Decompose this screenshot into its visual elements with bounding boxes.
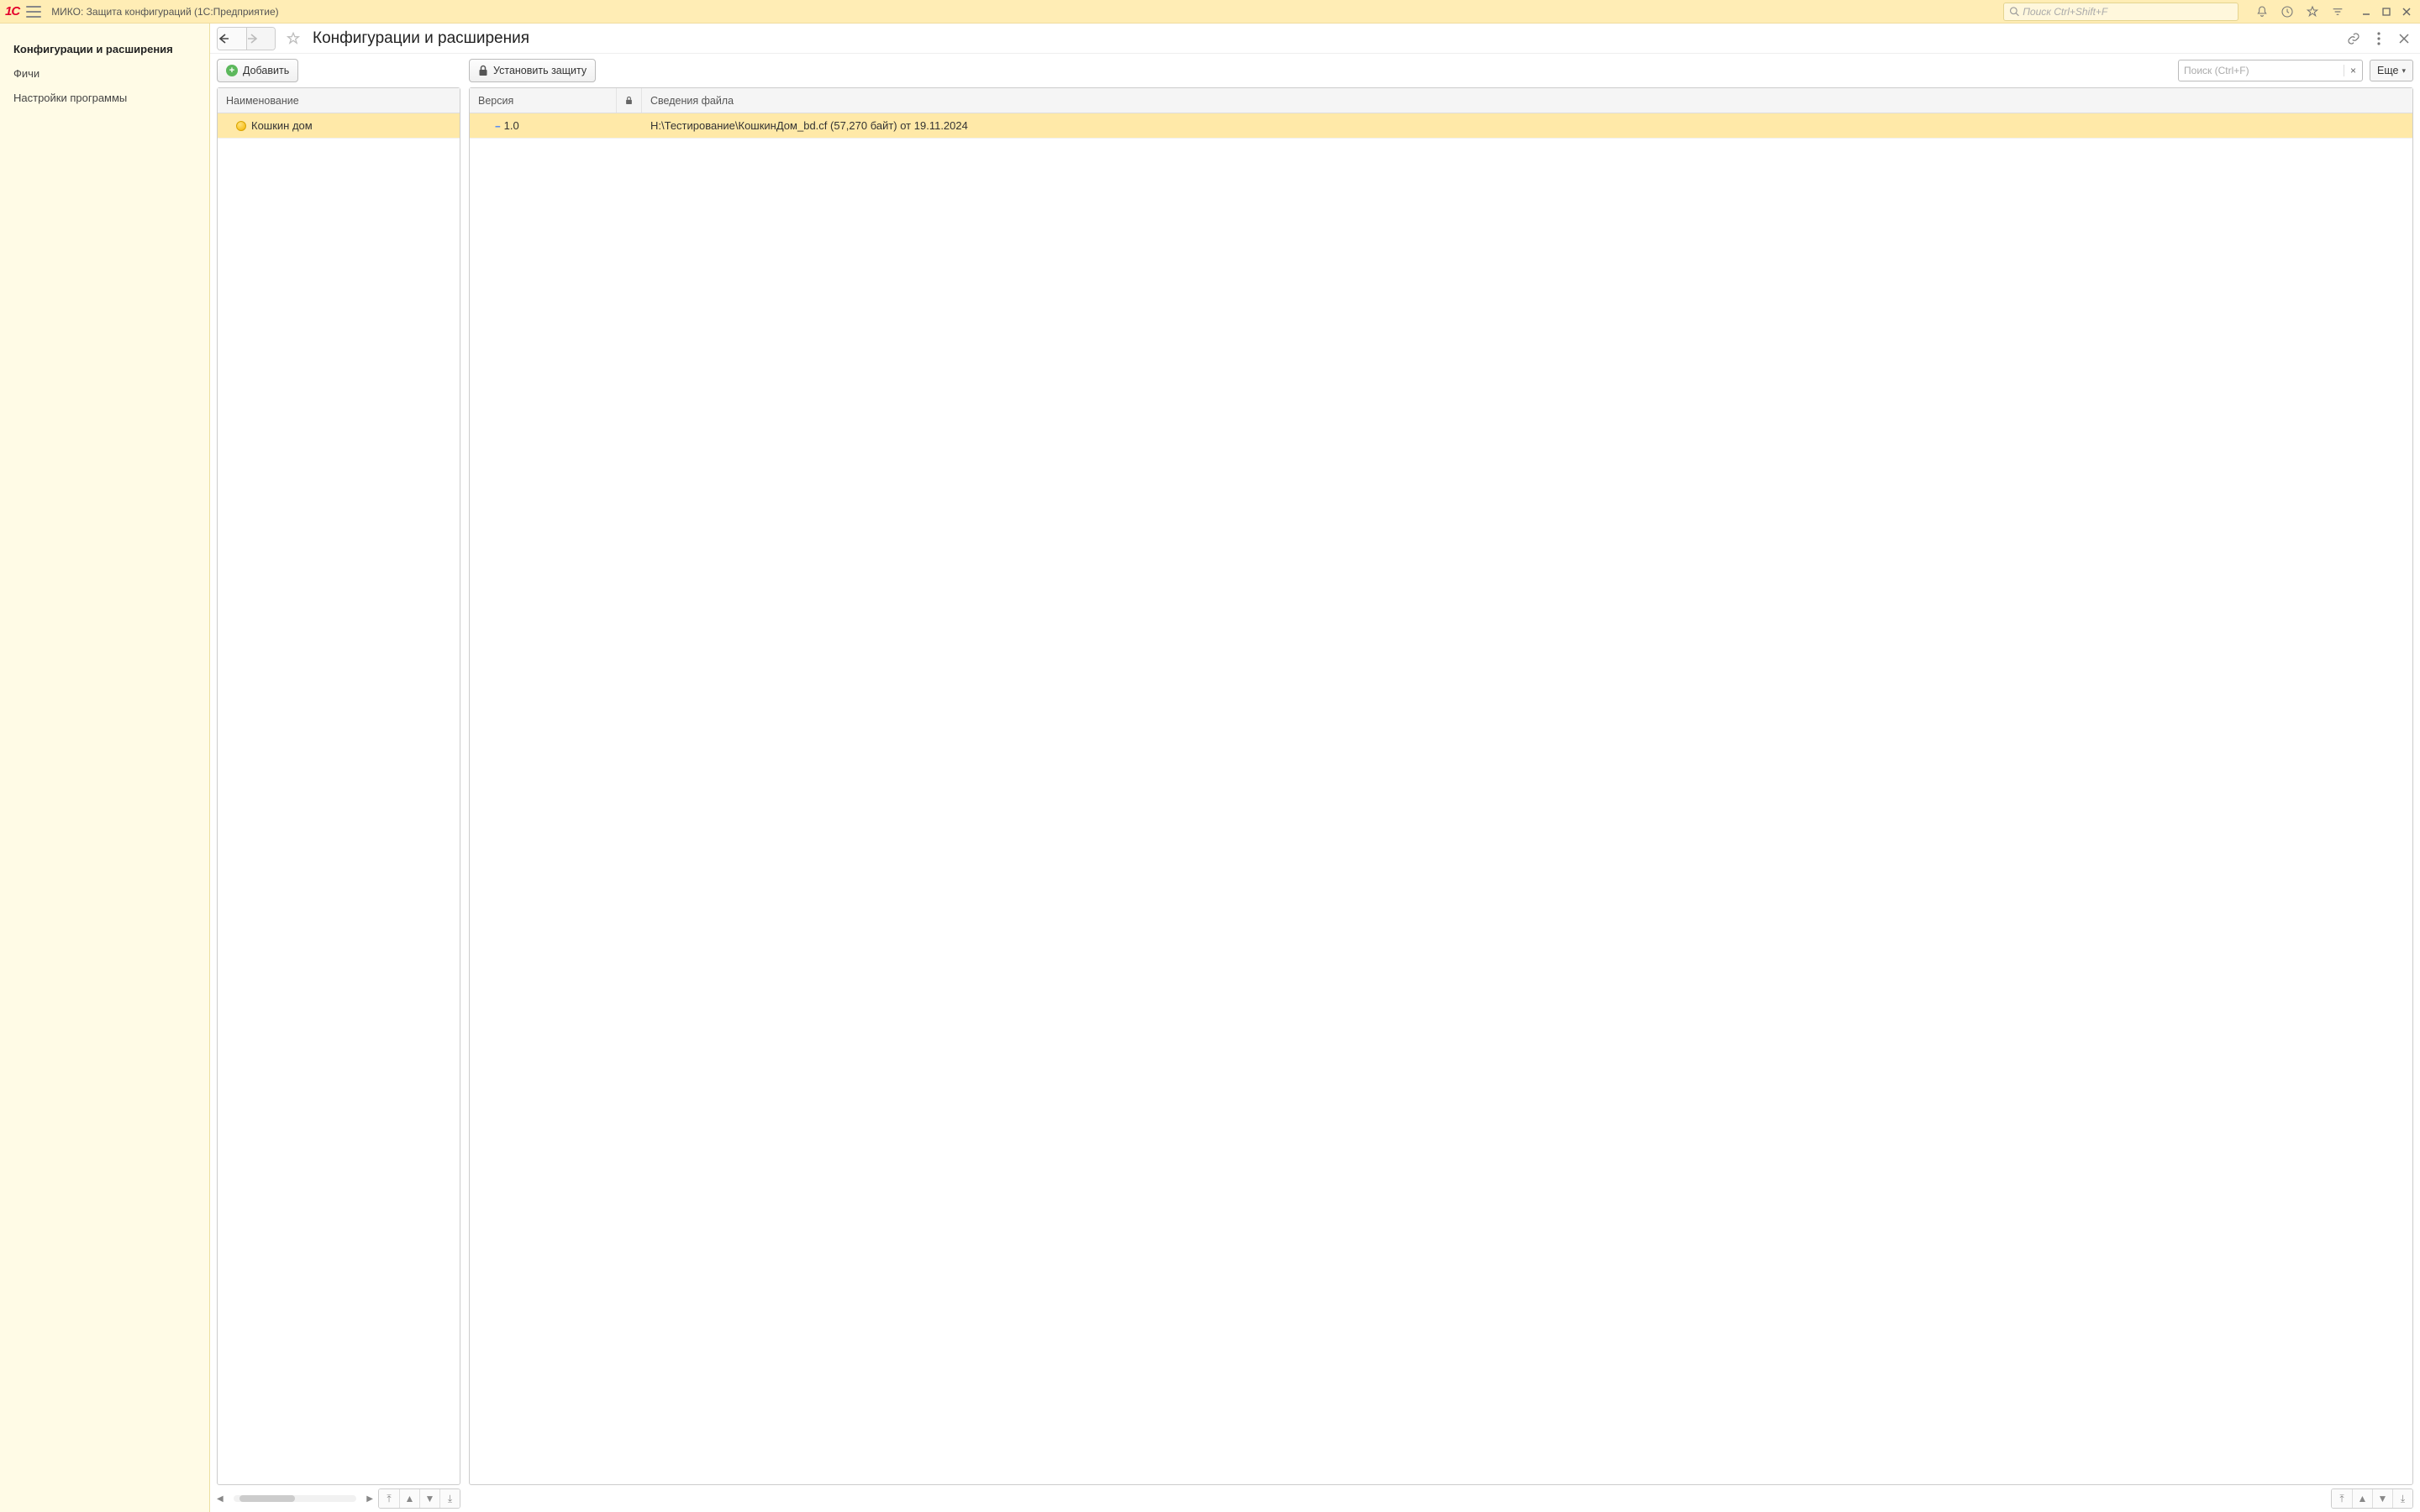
nav-forward-button[interactable] — [246, 28, 275, 50]
column-header-name[interactable]: Наименование — [218, 88, 460, 113]
go-bottom-button[interactable]: ⤓ — [2392, 1489, 2412, 1508]
left-table-header: Наименование — [218, 88, 460, 113]
right-table-body[interactable]: -- 1.0 H:\Тестирование\КошкинДом_bd.cf (… — [470, 113, 2412, 1484]
protect-button[interactable]: Установить защиту — [469, 59, 596, 82]
go-up-button[interactable]: ▲ — [2352, 1489, 2372, 1508]
version-value: 1.0 — [504, 119, 519, 132]
history-icon[interactable] — [2279, 3, 2296, 20]
right-table-header: Версия Сведения файла — [470, 88, 2412, 113]
add-button-label: Добавить — [243, 65, 289, 76]
sidebar-item-label: Конфигурации и расширения — [13, 43, 173, 55]
close-button[interactable] — [2398, 3, 2415, 20]
footer: ◀ ▶ ⤒ ▲ ▼ ⤓ ⤒ ▲ ▼ ⤓ — [210, 1488, 2420, 1512]
config-name: Кошкин дом — [251, 119, 313, 132]
item-icon: -- — [495, 119, 499, 132]
left-nav-pack: ⤒ ▲ ▼ ⤓ — [378, 1488, 460, 1509]
protect-button-label: Установить защиту — [493, 65, 587, 76]
kebab-menu-icon[interactable] — [2370, 29, 2388, 48]
sidebar-item-label: Настройки программы — [13, 92, 127, 104]
sidebar-item-configurations[interactable]: Конфигурации и расширения — [0, 37, 209, 61]
config-icon — [236, 121, 246, 131]
go-top-button[interactable]: ⤒ — [379, 1489, 399, 1508]
favorites-icon[interactable] — [2304, 3, 2321, 20]
toolbar: + Добавить Установить защиту × Еще — [210, 54, 2420, 87]
lock-icon — [625, 95, 633, 106]
sidebar-item-label: Фичи — [13, 67, 39, 80]
search-input[interactable] — [2179, 65, 2344, 76]
go-bottom-button[interactable]: ⤓ — [439, 1489, 460, 1508]
app-logo: 1C — [5, 4, 19, 18]
search-box[interactable]: × — [2178, 60, 2363, 81]
sidebar: Конфигурации и расширения Фичи Настройки… — [0, 24, 210, 1512]
global-search-input[interactable] — [2023, 6, 2233, 18]
configurations-panel: Наименование Кошкин дом — [217, 87, 460, 1485]
title-bar: 1C МИКО: Защита конфигураций (1С:Предпри… — [0, 0, 2420, 24]
minimize-button[interactable] — [2358, 3, 2375, 20]
add-button[interactable]: + Добавить — [217, 59, 298, 82]
nav-back-button[interactable] — [218, 28, 246, 50]
filter-icon[interactable] — [2329, 3, 2346, 20]
plus-icon: + — [226, 65, 238, 76]
column-header-fileinfo[interactable]: Сведения файла — [642, 88, 2412, 113]
column-header-lock[interactable] — [617, 88, 642, 113]
chevron-down-icon: ▾ — [2402, 66, 2406, 76]
page-close-icon[interactable] — [2395, 29, 2413, 48]
table-row[interactable]: Кошкин дом — [218, 113, 460, 139]
lock-cell — [617, 113, 642, 138]
left-scrollbar[interactable]: ◀ ▶ — [217, 1494, 373, 1504]
notifications-icon[interactable] — [2254, 3, 2270, 20]
more-button-label: Еще — [2377, 65, 2398, 76]
sidebar-item-settings[interactable]: Настройки программы — [0, 86, 209, 110]
global-search[interactable] — [2003, 3, 2238, 21]
go-top-button[interactable]: ⤒ — [2332, 1489, 2352, 1508]
search-icon — [2009, 6, 2019, 17]
left-table-body[interactable]: Кошкин дом — [218, 113, 460, 1484]
go-down-button[interactable]: ▼ — [2372, 1489, 2392, 1508]
search-clear-button[interactable]: × — [2344, 65, 2362, 76]
favorite-toggle[interactable] — [282, 28, 304, 50]
go-down-button[interactable]: ▼ — [419, 1489, 439, 1508]
main-area: Конфигурации и расширения + Добавить — [210, 24, 2420, 1512]
right-nav-pack: ⤒ ▲ ▼ ⤓ — [2331, 1488, 2413, 1509]
versions-panel: Версия Сведения файла -- 1.0 H:\ — [469, 87, 2413, 1485]
more-button[interactable]: Еще ▾ — [2370, 60, 2413, 81]
column-header-version[interactable]: Версия — [470, 88, 617, 113]
maximize-button[interactable] — [2378, 3, 2395, 20]
scroll-right-icon[interactable]: ▶ — [366, 1494, 373, 1504]
sidebar-item-features[interactable]: Фичи — [0, 61, 209, 86]
go-up-button[interactable]: ▲ — [399, 1489, 419, 1508]
nav-arrows — [217, 27, 276, 50]
scroll-left-icon[interactable]: ◀ — [217, 1494, 224, 1504]
page-title: Конфигурации и расширения — [313, 29, 529, 48]
app-title: МИКО: Защита конфигураций (1С:Предприяти… — [51, 6, 278, 18]
menu-button[interactable] — [26, 6, 41, 18]
lock-icon — [478, 65, 488, 76]
scroll-thumb[interactable] — [239, 1495, 295, 1502]
panels: Наименование Кошкин дом Версия — [210, 87, 2420, 1488]
page-header: Конфигурации и расширения — [210, 24, 2420, 54]
file-info-value: H:\Тестирование\КошкинДом_bd.cf (57,270 … — [650, 119, 968, 132]
table-row[interactable]: -- 1.0 H:\Тестирование\КошкинДом_bd.cf (… — [470, 113, 2412, 139]
link-icon[interactable] — [2344, 29, 2363, 48]
